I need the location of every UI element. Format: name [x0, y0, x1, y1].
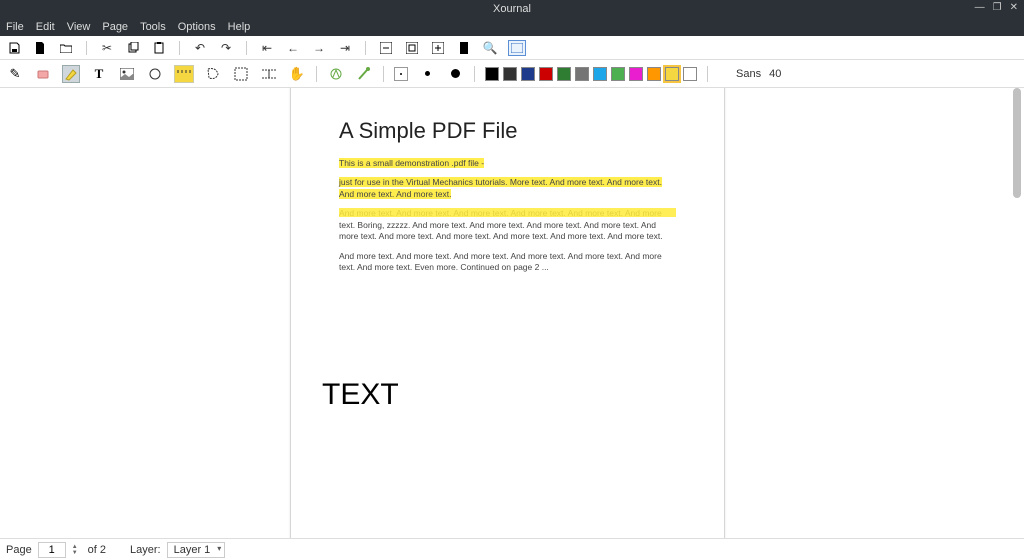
tools-toolbar: ✎ T ✋ Sans 40	[0, 60, 1024, 88]
maximize-icon[interactable]: ❐	[993, 2, 1002, 13]
page-number-input[interactable]	[38, 542, 66, 558]
text-annotation[interactable]: TEXT	[322, 378, 399, 412]
zoom-fit-icon[interactable]	[404, 40, 420, 56]
select-region-icon[interactable]	[204, 65, 222, 83]
main-toolbar: ✂ ↶ ↷ ⇤ ← → ⇥ 🔍	[0, 36, 1024, 60]
fullscreen-icon[interactable]	[508, 40, 526, 56]
zoom-page-icon[interactable]	[456, 40, 472, 56]
paste-icon[interactable]	[151, 40, 167, 56]
menu-file[interactable]: File	[6, 21, 24, 33]
thickness-medium-icon[interactable]	[418, 65, 436, 83]
page-spinner[interactable]: ▲▼	[72, 544, 78, 556]
highlighter-tool-icon[interactable]	[62, 65, 80, 83]
color-swatch-11[interactable]	[683, 67, 697, 81]
select-rect-icon[interactable]	[232, 65, 250, 83]
menu-tools[interactable]: Tools	[140, 21, 166, 33]
shapes-tool-icon[interactable]	[146, 65, 164, 83]
canvas-area[interactable]: A Simple PDF File This is a small demons…	[0, 88, 1024, 538]
undo-icon[interactable]: ↶	[192, 40, 208, 56]
menu-page[interactable]: Page	[102, 21, 128, 33]
color-swatch-3[interactable]	[539, 67, 553, 81]
color-swatch-0[interactable]	[485, 67, 499, 81]
color-swatch-5[interactable]	[575, 67, 589, 81]
first-page-icon[interactable]: ⇤	[259, 40, 275, 56]
image-tool-icon[interactable]	[118, 65, 136, 83]
prev-page-icon[interactable]: ←	[285, 40, 301, 56]
menu-edit[interactable]: Edit	[36, 21, 55, 33]
color-swatch-10[interactable]	[665, 67, 679, 81]
menu-help[interactable]: Help	[228, 21, 251, 33]
doc-para2: just for use in the Virtual Mechanics tu…	[339, 177, 676, 200]
menu-options[interactable]: Options	[178, 21, 216, 33]
pen-tool-icon[interactable]: ✎	[6, 65, 24, 83]
page-label: Page	[6, 544, 32, 556]
color-swatches	[485, 67, 697, 81]
shape-recognizer-icon[interactable]	[327, 65, 345, 83]
copy-icon[interactable]	[125, 40, 141, 56]
zoom-in-icon[interactable]	[430, 40, 446, 56]
color-swatch-6[interactable]	[593, 67, 607, 81]
doc-title: A Simple PDF File	[339, 118, 676, 144]
pdf-page: A Simple PDF File This is a small demons…	[290, 88, 725, 538]
eraser-tool-icon[interactable]	[34, 65, 52, 83]
vertical-space-icon[interactable]	[260, 65, 278, 83]
redo-icon[interactable]: ↷	[218, 40, 234, 56]
doc-para1: This is a small demonstration .pdf file …	[339, 158, 676, 169]
layer-dropdown[interactable]: Layer 1	[167, 542, 226, 558]
app-title: Xournal	[493, 3, 531, 15]
doc-para4: And more text. And more text. And more t…	[339, 251, 676, 274]
new-icon[interactable]	[32, 40, 48, 56]
text-tool-icon[interactable]: T	[90, 65, 108, 83]
default-pen-icon[interactable]	[355, 65, 373, 83]
color-swatch-1[interactable]	[503, 67, 517, 81]
cut-icon[interactable]: ✂	[99, 40, 115, 56]
vertical-scrollbar[interactable]	[1013, 88, 1021, 198]
thickness-fine-icon[interactable]	[394, 67, 408, 81]
doc-para3: And more text. And more text. And more t…	[339, 208, 676, 242]
font-family-label[interactable]: Sans	[736, 68, 761, 80]
menu-view[interactable]: View	[67, 21, 91, 33]
ruler-tool-icon[interactable]	[174, 65, 194, 83]
open-icon[interactable]	[58, 40, 74, 56]
minimize-icon[interactable]: —	[975, 2, 985, 13]
zoom-out-icon[interactable]	[378, 40, 394, 56]
font-size-label[interactable]: 40	[769, 68, 781, 80]
page-total: of 2	[88, 544, 106, 556]
close-icon[interactable]: ✕	[1010, 2, 1018, 13]
next-page-icon[interactable]: →	[311, 40, 327, 56]
color-swatch-8[interactable]	[629, 67, 643, 81]
menu-bar: File Edit View Page Tools Options Help	[0, 18, 1024, 36]
layer-label: Layer:	[130, 544, 161, 556]
status-bar: Page ▲▼ of 2 Layer: Layer 1	[0, 538, 1024, 560]
color-swatch-2[interactable]	[521, 67, 535, 81]
last-page-icon[interactable]: ⇥	[337, 40, 353, 56]
color-swatch-4[interactable]	[557, 67, 571, 81]
save-icon[interactable]	[6, 40, 22, 56]
find-icon[interactable]: 🔍	[482, 40, 498, 56]
hand-tool-icon[interactable]: ✋	[288, 65, 306, 83]
thickness-thick-icon[interactable]	[446, 65, 464, 83]
title-bar: Xournal — ❐ ✕	[0, 0, 1024, 18]
color-swatch-7[interactable]	[611, 67, 625, 81]
color-swatch-9[interactable]	[647, 67, 661, 81]
